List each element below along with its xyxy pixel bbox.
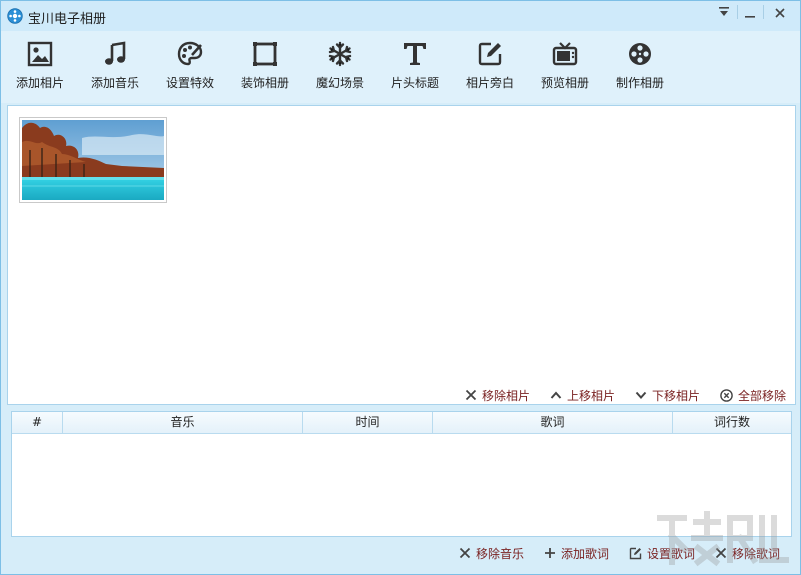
tool-label: 魔幻场景: [315, 76, 364, 90]
column-header-lyrics[interactable]: 歌词: [433, 412, 673, 434]
x-icon: [459, 547, 471, 559]
move-up-photo-button[interactable]: 上移相片: [550, 387, 615, 404]
remove-music-label: 移除音乐: [475, 546, 524, 561]
edit-icon: [478, 42, 502, 66]
tool-label: 装饰相册: [240, 76, 289, 90]
add-photo-button[interactable]: 添加相片: [5, 37, 75, 99]
column-header-lyric-lines[interactable]: 词行数: [673, 412, 791, 434]
remove-music-button[interactable]: 移除音乐: [459, 545, 524, 562]
minimize-button[interactable]: [739, 4, 761, 22]
snowflake-icon: [328, 41, 352, 67]
add-lyrics-button[interactable]: 添加歌词: [544, 545, 609, 562]
tv-icon: [552, 42, 578, 66]
column-header-music[interactable]: 音乐: [63, 412, 303, 434]
add-music-button[interactable]: 添加音乐: [80, 37, 150, 99]
text-t-icon: [404, 43, 426, 65]
photo-actions-bar: 移除相片 上移相片 下移相片 全部移除: [465, 385, 786, 405]
x-icon: [465, 389, 477, 401]
decorate-album-button[interactable]: 装饰相册: [230, 37, 300, 99]
photo-narration-button[interactable]: 相片旁白: [455, 37, 525, 99]
landscape-photo: [22, 120, 164, 200]
chevron-down-icon: [635, 391, 647, 399]
photo-thumbnail[interactable]: [19, 117, 167, 203]
tool-label: 片头标题: [390, 76, 439, 90]
music-table-header: # 音乐 时间 歌词 词行数: [12, 412, 791, 434]
column-header-index[interactable]: #: [12, 412, 63, 434]
circle-x-icon: [720, 388, 733, 402]
site-watermark-logo: [657, 511, 789, 567]
frame-icon: [253, 42, 277, 66]
chevron-up-icon: [550, 391, 562, 399]
tool-label: 设置特效: [165, 76, 214, 90]
window-title: 宝川电子相册: [28, 12, 107, 27]
close-icon: [775, 8, 785, 18]
app-window: 宝川电子相册 添加相片 添加音乐 设置特效 装饰相册 魔幻场景 片头标题 相片旁…: [0, 0, 801, 575]
close-button[interactable]: [769, 4, 791, 22]
set-effects-button[interactable]: 设置特效: [155, 37, 225, 99]
tool-label: 制作相册: [615, 76, 664, 90]
minimize-icon: [745, 16, 755, 18]
tool-label: 相片旁白: [465, 76, 514, 90]
make-album-button[interactable]: 制作相册: [605, 37, 675, 99]
app-logo-icon: [7, 8, 23, 24]
move-up-photo-label: 上移相片: [566, 388, 615, 403]
opening-title-button[interactable]: 片头标题: [380, 37, 450, 99]
tool-label: 添加相片: [15, 76, 64, 90]
menu-dropdown-button[interactable]: [713, 4, 735, 22]
move-down-photo-button[interactable]: 下移相片: [635, 387, 700, 404]
photo-list-panel[interactable]: [7, 105, 796, 405]
preview-album-button[interactable]: 预览相册: [530, 37, 600, 99]
plus-icon: [544, 548, 555, 558]
add-lyrics-label: 添加歌词: [560, 546, 609, 561]
menu-dropdown-icon: [719, 7, 729, 16]
edit-icon: [629, 547, 642, 559]
magic-scene-button[interactable]: 魔幻场景: [305, 37, 375, 99]
film-reel-icon: [629, 43, 651, 65]
title-bar: 宝川电子相册: [1, 1, 800, 31]
remove-all-photos-button[interactable]: 全部移除: [720, 387, 786, 404]
move-down-photo-label: 下移相片: [651, 388, 700, 403]
main-toolbar: 添加相片 添加音乐 设置特效 装饰相册 魔幻场景 片头标题 相片旁白 预览相册 …: [1, 31, 800, 103]
remove-all-photos-label: 全部移除: [737, 388, 786, 403]
tool-label: 预览相册: [540, 76, 589, 90]
tool-label: 添加音乐: [90, 76, 139, 90]
remove-photo-button[interactable]: 移除相片: [465, 387, 530, 404]
remove-photo-label: 移除相片: [481, 388, 530, 403]
image-icon: [27, 41, 53, 67]
music-note-icon: [105, 41, 126, 65]
column-header-time[interactable]: 时间: [303, 412, 433, 434]
palette-icon: [177, 41, 203, 66]
title-separator: [737, 5, 738, 19]
title-separator: [763, 5, 764, 19]
